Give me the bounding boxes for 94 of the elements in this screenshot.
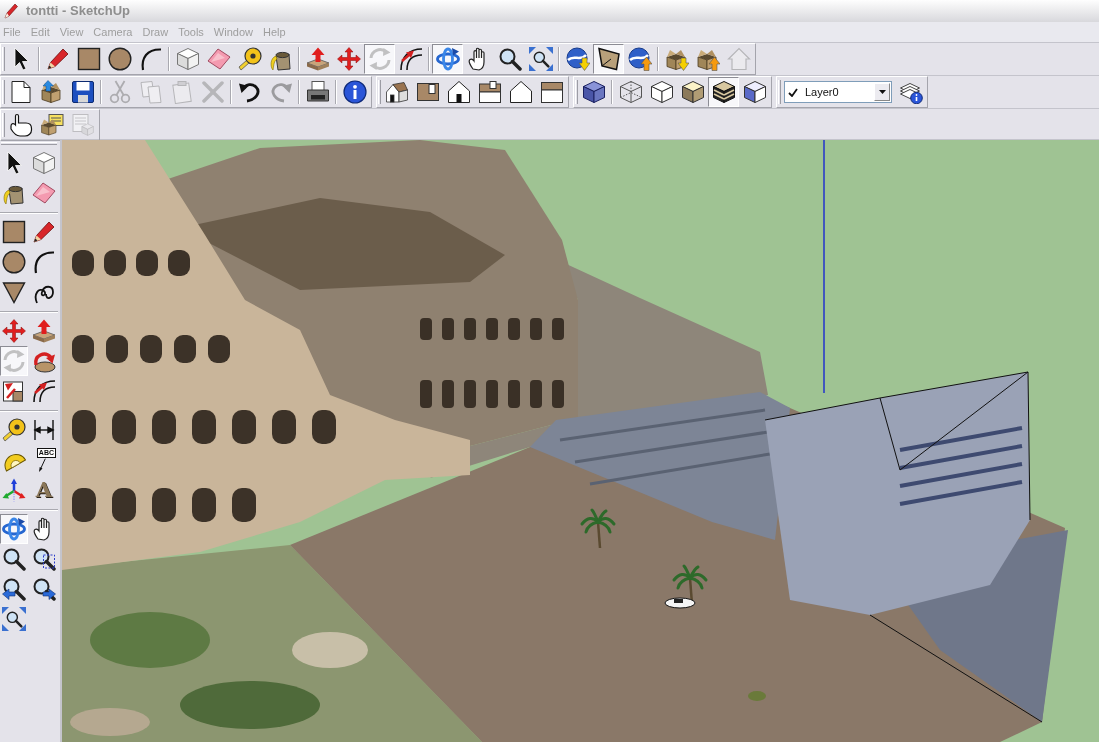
shaded-cube-icon bbox=[680, 80, 705, 104]
zoom-extents-button[interactable] bbox=[0, 604, 28, 634]
car-icon bbox=[664, 597, 696, 609]
house-outline-icon bbox=[508, 80, 533, 104]
menu-item[interactable]: Window bbox=[213, 23, 253, 41]
layer-dropdown[interactable]: Layer0 bbox=[784, 81, 892, 103]
circle-icon bbox=[107, 47, 132, 71]
axes-icon bbox=[2, 478, 26, 502]
four-arrows-icon bbox=[2, 319, 26, 343]
wireframe-cube-icon bbox=[618, 80, 643, 104]
arc-icon bbox=[138, 47, 163, 71]
arc-icon bbox=[32, 250, 56, 274]
pages-icon bbox=[138, 80, 163, 104]
pencil-icon bbox=[32, 220, 56, 244]
box-down-arrow-icon bbox=[664, 47, 689, 71]
toolbar-grip[interactable] bbox=[378, 80, 381, 104]
house-icon bbox=[384, 80, 409, 104]
orbit-tool-button[interactable] bbox=[0, 514, 28, 544]
eraser-icon bbox=[32, 181, 56, 205]
shrub-icon bbox=[748, 691, 766, 701]
cube-icon bbox=[175, 47, 200, 71]
toolbar-grip[interactable] bbox=[2, 47, 5, 71]
pencil-logo-icon bbox=[4, 3, 18, 19]
layers-info-icon bbox=[898, 80, 923, 104]
menu-item[interactable]: Edit bbox=[30, 23, 50, 41]
window-title: tontti - SketchUp bbox=[26, 2, 130, 21]
toolbar-grip[interactable] bbox=[2, 80, 5, 104]
orbit-icon bbox=[435, 47, 460, 71]
toolbar-grip[interactable] bbox=[2, 113, 5, 137]
leader-arrow-icon bbox=[39, 458, 46, 472]
magnifier-arrows-icon bbox=[2, 607, 26, 631]
menu-item[interactable]: Camera bbox=[93, 23, 133, 41]
arcs-arrow-icon bbox=[32, 379, 56, 403]
menu-item[interactable]: File bbox=[3, 23, 21, 41]
triangle-icon bbox=[2, 280, 26, 304]
printer-icon bbox=[305, 80, 330, 104]
palm-tree-icon bbox=[580, 508, 616, 549]
wall-roof-icon bbox=[539, 80, 564, 104]
banded-box-icon bbox=[477, 80, 502, 104]
magnifier-frame-icon bbox=[32, 547, 56, 571]
four-arrows-icon bbox=[336, 47, 361, 71]
menu-item[interactable]: Help bbox=[262, 23, 286, 41]
menu-item[interactable]: Tools bbox=[178, 23, 204, 41]
pencil-icon bbox=[45, 47, 70, 71]
two-tone-cube-icon bbox=[742, 80, 767, 104]
clipboard-icon bbox=[169, 80, 194, 104]
eraser-icon bbox=[206, 47, 231, 71]
circular-arrows-icon bbox=[2, 349, 26, 373]
info-icon bbox=[342, 80, 367, 104]
blank-page-icon bbox=[8, 80, 33, 104]
roof-plan-icon bbox=[415, 80, 440, 104]
translucent-cube-icon bbox=[581, 80, 606, 104]
caret-icon bbox=[878, 90, 886, 94]
tape-measure-icon bbox=[237, 47, 262, 71]
scissors-icon bbox=[107, 80, 132, 104]
orbit-tool-button[interactable] bbox=[432, 44, 463, 74]
circle-icon bbox=[2, 250, 26, 274]
box-sheet-icon bbox=[39, 113, 64, 137]
square-icon bbox=[2, 220, 26, 244]
move-tool-button[interactable] bbox=[0, 316, 28, 346]
sheet-cube-icon bbox=[70, 113, 95, 137]
dimension-icon bbox=[32, 418, 56, 442]
magnifier-right-arrow-icon bbox=[32, 577, 56, 601]
3d-text-button[interactable]: A bbox=[30, 475, 58, 505]
slab-up-arrow-icon bbox=[32, 319, 56, 343]
house-front-icon bbox=[446, 80, 471, 104]
menu-item[interactable]: Draw bbox=[142, 23, 169, 41]
disc-curved-arrow-icon bbox=[32, 349, 56, 373]
plain-cube-icon bbox=[649, 80, 674, 104]
box-up-arrow-icon bbox=[695, 47, 720, 71]
toolbar-grip[interactable] bbox=[575, 80, 578, 104]
quadrilateral-icon bbox=[596, 47, 621, 71]
pointing-hand-icon bbox=[8, 113, 33, 137]
orbit-icon bbox=[2, 517, 26, 541]
shaded-textures-button[interactable] bbox=[708, 77, 739, 107]
dropdown-arrow-button[interactable] bbox=[874, 83, 890, 101]
cross-icon bbox=[200, 80, 225, 104]
undo-icon bbox=[237, 80, 262, 104]
menu-item[interactable]: View bbox=[59, 23, 84, 41]
cube-icon bbox=[32, 151, 56, 175]
tape-measure-icon bbox=[2, 418, 26, 442]
striped-cube-icon bbox=[711, 80, 736, 104]
magnifier-icon bbox=[497, 47, 522, 71]
toolbar-grip[interactable] bbox=[778, 80, 781, 104]
magnifier-arrows-icon bbox=[528, 47, 553, 71]
slab-up-arrow-icon bbox=[305, 47, 330, 71]
open-box-arrow-icon bbox=[39, 80, 64, 104]
magnifier-left-arrow-icon bbox=[2, 577, 26, 601]
toggle-terrain-button[interactable] bbox=[593, 44, 624, 74]
arcs-arrow-icon bbox=[398, 47, 423, 71]
circular-arrows-icon bbox=[367, 47, 392, 71]
house-icon bbox=[726, 47, 751, 71]
magnifier-icon bbox=[2, 547, 26, 571]
square-icon bbox=[76, 47, 101, 71]
